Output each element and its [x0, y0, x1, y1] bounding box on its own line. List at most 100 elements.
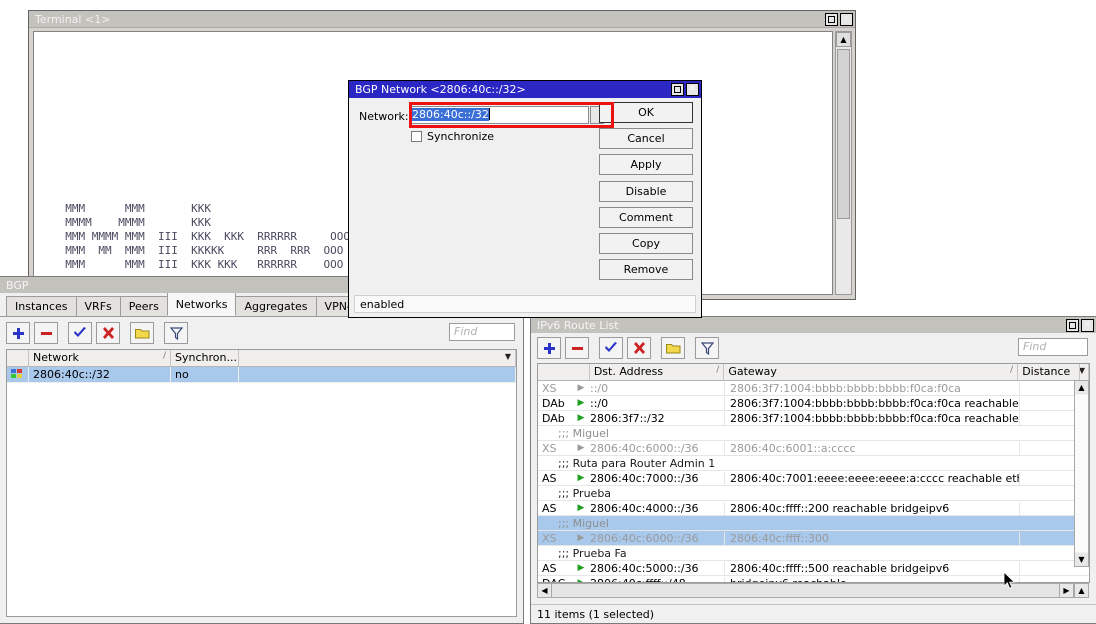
- scrollbar-track[interactable]: [1075, 395, 1088, 552]
- route-direction-icon: ▶: [572, 383, 590, 393]
- route-gateway: 2806:40c:ffff::300: [725, 532, 1020, 545]
- routes-grid[interactable]: Dst. Address/ Gateway/ Distance ▼ XS▶::/…: [537, 363, 1090, 583]
- enable-button[interactable]: [599, 337, 623, 359]
- row-status-icon: [7, 367, 29, 383]
- route-flags: XS: [538, 442, 572, 455]
- route-flags: AS: [538, 562, 572, 575]
- route-comment-row[interactable]: ;;; Prueba Fa: [538, 546, 1089, 561]
- route-row[interactable]: XS▶2806:40c:6000::/362806:40c:6001::a:cc…: [538, 441, 1089, 456]
- scroll-right-icon[interactable]: ▶: [1060, 584, 1073, 597]
- remove-button[interactable]: [565, 337, 589, 359]
- network-field-label: Network:: [359, 110, 409, 123]
- close-icon[interactable]: ✕: [840, 13, 853, 26]
- route-gateway: 2806:40c:6001::a:cccc: [725, 442, 1020, 455]
- restore-icon[interactable]: [671, 83, 684, 96]
- comment-button[interactable]: Comment: [599, 207, 693, 228]
- mouse-cursor: [1004, 572, 1016, 590]
- tab-instances[interactable]: Instances: [6, 296, 77, 316]
- add-button[interactable]: [537, 337, 561, 359]
- scroll-up-icon[interactable]: ▲: [1075, 381, 1088, 394]
- route-row[interactable]: AS▶2806:40c:4000::/362806:40c:ffff::200 …: [538, 501, 1089, 516]
- scrollbar-thumb[interactable]: [837, 49, 850, 219]
- terminal-titlebar[interactable]: Terminal <1> ✕: [29, 11, 855, 28]
- header-gateway[interactable]: Gateway/: [724, 364, 1018, 380]
- disable-button[interactable]: [96, 322, 120, 344]
- route-row[interactable]: DAb▶2806:3f7::/322806:3f7:1004:bbbb:bbbb…: [538, 411, 1089, 426]
- apply-button[interactable]: Apply: [599, 154, 693, 175]
- header-flags-col: [538, 364, 590, 380]
- header-distance[interactable]: Distance: [1018, 364, 1080, 380]
- network-input[interactable]: 2806:40c::/32: [409, 106, 589, 124]
- route-row[interactable]: XS▶::/02806:3f7:1004:bbbb:bbbb:bbbb:f0ca…: [538, 381, 1089, 396]
- filter-button[interactable]: [695, 337, 719, 359]
- dialog-status-bar: enabled: [354, 295, 696, 313]
- comment-button[interactable]: [661, 337, 685, 359]
- route-titlebar[interactable]: IPv6 Route List ✕: [531, 317, 1096, 333]
- route-comment-text: ;;; Prueba Fa: [538, 547, 627, 560]
- dialog-titlebar[interactable]: BGP Network <2806:40c::/32> ✕: [349, 81, 701, 98]
- terminal-scrollbar[interactable]: ▲: [835, 31, 852, 295]
- synchronize-row[interactable]: Synchronize: [411, 130, 494, 143]
- header-network[interactable]: Network/: [29, 350, 171, 366]
- scroll-corner[interactable]: ▲: [1074, 583, 1089, 598]
- bgp-network-dialog[interactable]: BGP Network <2806:40c::/32> ✕ Network: 2…: [348, 80, 702, 318]
- header-synchronize[interactable]: Synchron...: [171, 350, 239, 366]
- tab-aggregates[interactable]: Aggregates: [235, 296, 316, 316]
- routes-horizontal-scrollbar[interactable]: ◀ ▶: [537, 583, 1074, 598]
- add-button[interactable]: [6, 322, 30, 344]
- scroll-left-icon[interactable]: ◀: [538, 584, 551, 597]
- column-menu-icon[interactable]: ▼: [505, 352, 511, 361]
- route-comment-row[interactable]: ;;; Miguel: [538, 516, 1089, 531]
- tab-peers[interactable]: Peers: [120, 296, 168, 316]
- restore-icon[interactable]: [1066, 319, 1079, 332]
- find-input[interactable]: Find: [449, 323, 515, 341]
- header-dst-address[interactable]: Dst. Address/: [590, 364, 725, 380]
- tab-networks[interactable]: Networks: [167, 293, 237, 316]
- scroll-down-icon[interactable]: ▼: [1075, 553, 1088, 566]
- route-comment-text: ;;; Ruta para Router Admin 1: [538, 457, 715, 470]
- route-row[interactable]: XS▶2806:40c:6000::/362806:40c:ffff::300: [538, 531, 1089, 546]
- cancel-button[interactable]: Cancel: [599, 128, 693, 149]
- close-icon[interactable]: ✕: [686, 83, 699, 96]
- header-filler: ▼: [1080, 364, 1089, 380]
- column-menu-icon[interactable]: ▼: [1080, 366, 1085, 375]
- route-dst-address: 2806:40c:7000::/36: [590, 472, 725, 485]
- route-comment-row[interactable]: ;;; Ruta para Router Admin 1: [538, 456, 1089, 471]
- find-input[interactable]: Find: [1018, 338, 1088, 356]
- scroll-down-icon[interactable]: ▲: [1075, 584, 1088, 597]
- bgp-toolbar[interactable]: Find: [0, 319, 523, 347]
- route-dst-address: 2806:40c:4000::/36: [590, 502, 725, 515]
- tab-vrfs[interactable]: VRFs: [76, 296, 121, 316]
- enable-button[interactable]: [68, 322, 92, 344]
- sort-asc-icon: /: [163, 351, 166, 361]
- disable-button[interactable]: Disable: [599, 181, 693, 202]
- dialog-button-column[interactable]: OK Cancel Apply Disable Comment Copy Rem…: [599, 102, 693, 285]
- restore-icon[interactable]: [825, 13, 838, 26]
- route-comment-row[interactable]: ;;; Prueba: [538, 486, 1089, 501]
- remove-button[interactable]: [34, 322, 58, 344]
- route-comment-row[interactable]: ;;; Miguel: [538, 426, 1089, 441]
- cell-filler: [239, 367, 516, 383]
- bgp-networks-grid[interactable]: Network/ Synchron... ▼ 2806:40c::/32 no: [6, 349, 517, 617]
- route-row[interactable]: AS▶2806:40c:7000::/362806:40c:7001:eeee:…: [538, 471, 1089, 486]
- routes-vertical-scrollbar[interactable]: ▲ ▼: [1074, 380, 1089, 567]
- route-row[interactable]: DAb▶::/02806:3f7:1004:bbbb:bbbb:bbbb:f0c…: [538, 396, 1089, 411]
- table-row[interactable]: 2806:40c::/32 no: [7, 367, 516, 383]
- close-icon[interactable]: ✕: [1081, 319, 1094, 332]
- disable-button[interactable]: [627, 337, 651, 359]
- sort-asc-icon: /: [1010, 365, 1013, 375]
- copy-button[interactable]: Copy: [599, 233, 693, 254]
- routes-body[interactable]: XS▶::/02806:3f7:1004:bbbb:bbbb:bbbb:f0ca…: [538, 381, 1089, 583]
- route-comment-text: ;;; Miguel: [538, 517, 609, 530]
- comment-button[interactable]: [130, 322, 154, 344]
- scrollbar-thumb[interactable]: [551, 584, 1060, 597]
- route-toolbar[interactable]: Find: [531, 334, 1096, 362]
- route-direction-icon: ▶: [572, 398, 590, 408]
- remove-button[interactable]: Remove: [599, 259, 693, 280]
- ok-button[interactable]: OK: [599, 102, 693, 123]
- scroll-up-icon[interactable]: ▲: [836, 32, 851, 47]
- bgp-window[interactable]: BGP Instances VRFs Peers Networks Aggreg…: [0, 276, 524, 624]
- filter-button[interactable]: [164, 322, 188, 344]
- route-comment-text: ;;; Prueba: [538, 487, 611, 500]
- synchronize-checkbox[interactable]: [411, 131, 422, 142]
